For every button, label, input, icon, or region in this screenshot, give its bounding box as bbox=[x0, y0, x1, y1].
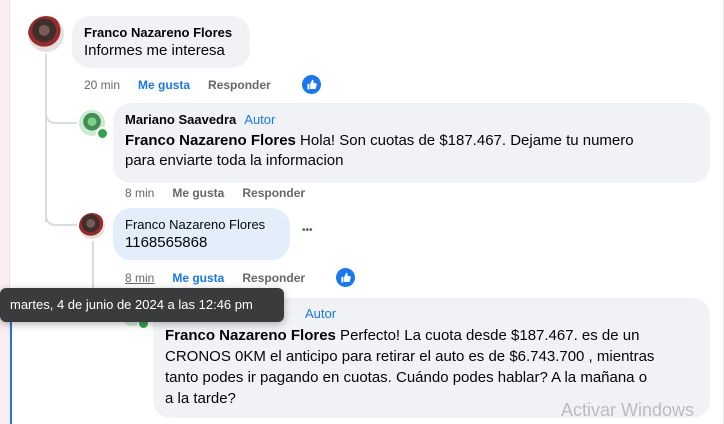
like-reaction-icon[interactable] bbox=[302, 75, 321, 94]
like-button[interactable]: Me gusta bbox=[138, 78, 190, 92]
thread-branch bbox=[45, 110, 77, 124]
like-button[interactable]: Me gusta bbox=[172, 186, 224, 200]
left-strip bbox=[0, 0, 9, 424]
windows-activation-watermark: Activar Windows bbox=[560, 400, 694, 420]
reply-text: 1168565868 bbox=[125, 234, 208, 251]
timestamp-tooltip: martes, 4 de junio de 2024 a las 12:46 p… bbox=[0, 288, 284, 322]
more-options-icon[interactable]: ••• bbox=[302, 225, 313, 236]
reply-text: Franco Nazareno Flores Hola! Son cuotas … bbox=[125, 131, 698, 171]
reply-button[interactable]: Responder bbox=[242, 271, 305, 285]
reply-text: Franco Nazareno Flores Perfecto! La cuot… bbox=[165, 325, 698, 409]
mention-link[interactable]: Franco Nazareno Flores bbox=[125, 132, 296, 149]
avatar[interactable] bbox=[28, 16, 64, 52]
reply-text-line: para enviarte toda la informacion bbox=[125, 152, 344, 169]
reply-button[interactable]: Responder bbox=[208, 78, 271, 92]
thread-line bbox=[45, 54, 47, 222]
reply-text-line: Hola! Son cuotas de $187.467. Dejame tu … bbox=[295, 132, 634, 149]
reply-time[interactable]: 8 min bbox=[125, 186, 154, 200]
reply-actions: 8 min Me gusta Responder bbox=[125, 185, 323, 201]
thread-branch bbox=[45, 210, 77, 226]
mention-link[interactable]: Franco Nazareno Flores bbox=[165, 327, 336, 344]
online-status-icon bbox=[96, 127, 109, 140]
reply-time[interactable]: 8 min bbox=[125, 271, 154, 285]
reply-author[interactable]: Mariano Saavedra bbox=[125, 111, 236, 128]
author-badge: Autor bbox=[244, 112, 276, 127]
comment-time[interactable]: 20 min bbox=[84, 78, 120, 92]
comment-bubble: Franco Nazareno Flores Informes me inter… bbox=[72, 16, 250, 68]
reply-author[interactable]: Franco Nazareno Flores bbox=[125, 216, 278, 233]
like-button[interactable]: Me gusta bbox=[172, 271, 224, 285]
author-badge: Autor bbox=[305, 306, 337, 321]
reply-button[interactable]: Responder bbox=[242, 186, 305, 200]
avatar[interactable] bbox=[79, 213, 105, 239]
reply-text-line: tanto podes ir pagando en cuotas. Cuándo… bbox=[165, 369, 648, 386]
reply-actions: 8 min Me gusta Responder bbox=[125, 270, 323, 286]
reply-text-line: CRONOS 0KM el anticipo para retirar el a… bbox=[165, 348, 655, 365]
comment-text: Informes me interesa bbox=[84, 42, 225, 59]
reply-text-line: Perfecto! La cuota desde $187.467. es de… bbox=[335, 327, 640, 344]
reply-bubble: Franco Nazareno Flores 1168565868 bbox=[113, 208, 290, 260]
comment-actions: 20 min Me gusta Responder bbox=[84, 77, 289, 93]
reply-bubble: Mariano Saavedra Autor Franco Nazareno F… bbox=[113, 103, 710, 183]
like-reaction-icon[interactable] bbox=[336, 268, 355, 287]
comment-author[interactable]: Franco Nazareno Flores bbox=[84, 24, 238, 41]
reply-text-line: a la tarde? bbox=[165, 390, 236, 407]
